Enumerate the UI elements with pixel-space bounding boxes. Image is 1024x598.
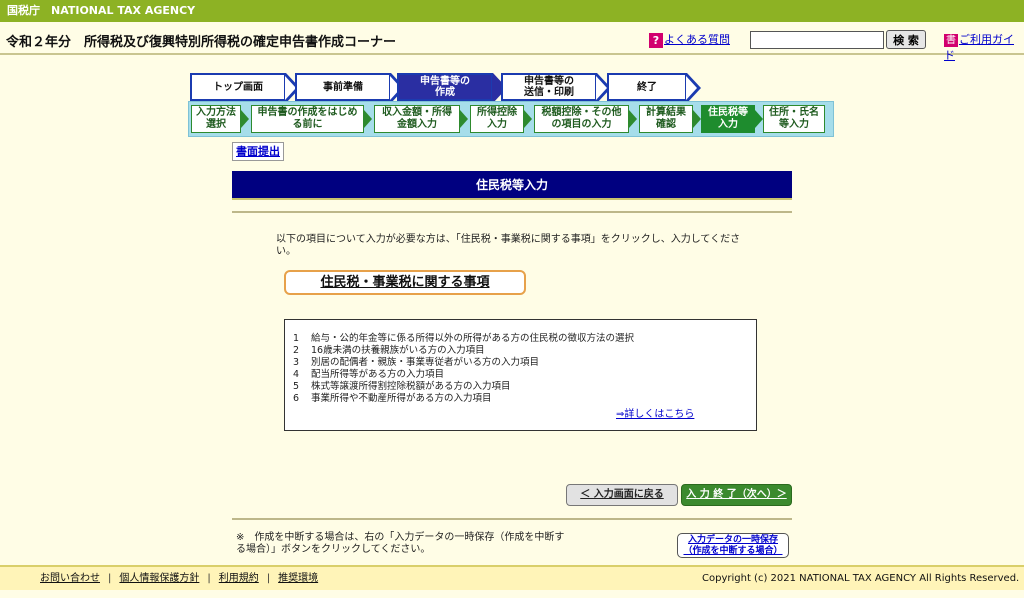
substep-arrow: [629, 110, 637, 128]
substep-resident-tax: 住民税等 入力: [701, 105, 763, 133]
details-link[interactable]: ⇒詳しくはこちら: [616, 405, 694, 420]
step-label: 終了: [637, 81, 657, 93]
step-create: 申告書等の 作成: [397, 73, 507, 103]
substep-input-method: 入力方法 選択: [191, 105, 249, 133]
page-title: 住民税等入力: [232, 171, 792, 200]
faq-link-label: よくある質問: [664, 33, 730, 46]
item-text: 給与・公的年金等に係る所得以外の所得がある方の住民税の徴収方法の選択: [311, 333, 635, 344]
back-to-input-button[interactable]: ＜ 入力画面に戻る: [566, 484, 678, 506]
substep-label: 計算結果 確認: [646, 107, 686, 130]
step-finish: 終了: [607, 73, 701, 103]
item-number: 2: [293, 345, 300, 356]
list-item: 2 16歳未満の扶養親族がいる方の入力項目: [293, 345, 634, 357]
agency-bar: 国税庁 NATIONAL TAX AGENCY: [0, 0, 1024, 22]
substep-label: 所得控除 入力: [477, 107, 517, 130]
substep-arrow: [364, 110, 372, 128]
substep-arrow: [524, 110, 532, 128]
list-item: 4 配当所得等がある方の入力項目: [293, 369, 634, 381]
paper-submission-tab[interactable]: 書面提出: [232, 142, 284, 161]
divider: [232, 518, 792, 520]
list-item: 6 事業所得や不動産所得がある方の入力項目: [293, 393, 634, 405]
temp-save-button[interactable]: 入力データの一時保存 （作成を中断する場合）: [677, 533, 789, 558]
copyright: Copyright (c) 2021 NATIONAL TAX AGENCY A…: [702, 573, 1020, 584]
divider: [232, 211, 792, 213]
list-item: 1 給与・公的年金等に係る所得以外の所得がある方の住民税の徴収方法の選択: [293, 333, 634, 345]
item-text: 配当所得等がある方の入力項目: [311, 369, 445, 380]
footer-separator: |: [207, 573, 211, 584]
search-button[interactable]: 検 索: [886, 30, 926, 49]
resident-business-tax-button[interactable]: 住民税・事業税に関する事項: [284, 270, 526, 295]
footer-link-contact[interactable]: お問い合わせ: [40, 573, 100, 584]
substep-label: 住民税等 入力: [708, 107, 748, 130]
substep-label: 税額控除・その他 の項目の入力: [541, 107, 622, 130]
footer-link-terms[interactable]: 利用規約: [219, 573, 259, 584]
header: 令和２年分 所得税及び復興特別所得税の確定申告書作成コーナー ? よくある質問 検…: [0, 22, 1024, 62]
step-top: トップ画面: [190, 73, 300, 103]
item-number: 1: [293, 333, 300, 344]
substep-tax-credit: 税額控除・その他 の項目の入力: [534, 105, 637, 133]
suspend-note: ※ 作成を中断する場合は、右の「入力データの一時保存（作成を中断する場合）」ボタ…: [236, 532, 565, 555]
footer-separator: |: [266, 573, 271, 584]
faq-link[interactable]: ? よくある質問: [649, 31, 730, 48]
info-box: 1 給与・公的年金等に係る所得以外の所得がある方の住民税の徴収方法の選択 2 16歳…: [284, 319, 757, 431]
search-input[interactable]: [750, 31, 884, 49]
list-item: 3 別居の配偶者・親族・事業専従者がいる方の入力項目: [293, 357, 634, 369]
item-text: 別居の配偶者・親族・事業専従者がいる方の入力項目: [311, 357, 540, 368]
item-number: 5: [293, 381, 300, 392]
item-list: 1 給与・公的年金等に係る所得以外の所得がある方の住民税の徴収方法の選択 2 16歳…: [293, 333, 634, 405]
item-text: 株式等譲渡所得割控除税額がある方の入力項目: [311, 381, 511, 392]
substep-label: 収入金額・所得 金額入力: [382, 107, 452, 130]
item-text: 事業所得や不動産所得がある方の入力項目: [311, 393, 492, 404]
step-arrow-inner: [686, 76, 697, 100]
substep-bar: 入力方法 選択 申告書の作成をはじめ る前に 収入金額・所得 金額入力 所得控除…: [188, 101, 834, 137]
substep-calc-result: 計算結果 確認: [639, 105, 701, 133]
item-number: 4: [293, 369, 300, 380]
intro-text: 以下の項目について入力が必要な方は、「住民税・事業税に関する事項」をクリックし、…: [276, 234, 741, 257]
item-text: 16歳未満の扶養親族がいる方の入力項目: [311, 345, 485, 356]
book-icon: 書: [944, 33, 958, 47]
finish-input-next-button[interactable]: 入 力 終 了（次へ）＞: [681, 484, 792, 506]
footer-separator: |: [108, 573, 112, 584]
substep-arrow: [460, 110, 468, 128]
substep-label: 申告書の作成をはじめ る前に: [257, 107, 358, 130]
step-label: 事前準備: [323, 81, 363, 93]
footer-link-environment[interactable]: 推奨環境: [278, 573, 318, 584]
step-label: 申告書等の 送信・印刷: [524, 76, 574, 98]
step-prep: 事前準備: [295, 73, 405, 103]
agency-name: 国税庁 NATIONAL TAX AGENCY: [7, 4, 196, 17]
footer-link-privacy[interactable]: 個人情報保護方針: [119, 573, 199, 584]
substep-arrow: [755, 110, 763, 128]
step-label: トップ画面: [213, 81, 263, 93]
list-item: 5 株式等譲渡所得割控除税額がある方の入力項目: [293, 381, 634, 393]
substep-deduction: 所得控除 入力: [470, 105, 532, 133]
save-button-line2: （作成を中断する場合）: [683, 546, 783, 556]
save-button-line1: 入力データの一時保存: [687, 535, 778, 545]
substep-label: 住所・氏名 等入力: [769, 107, 819, 130]
footer: お問い合わせ | 個人情報保護方針 | 利用規約 | 推奨環境 Copyright (c) …: [0, 565, 1024, 590]
substep-income: 収入金額・所得 金額入力: [374, 105, 468, 133]
substep-address-name: 住所・氏名 等入力: [763, 105, 825, 133]
step-send-print: 申告書等の 送信・印刷: [501, 73, 611, 103]
substep-arrow: [241, 110, 249, 128]
item-number: 3: [293, 357, 300, 368]
substep-label: 入力方法 選択: [196, 107, 236, 130]
step-arrow-inner: [596, 76, 607, 100]
question-icon: ?: [649, 32, 663, 48]
substep-before-start: 申告書の作成をはじめ る前に: [251, 105, 372, 133]
step-label: 申告書等の 作成: [420, 76, 470, 98]
item-number: 6: [293, 393, 300, 404]
page-header-title: 令和２年分 所得税及び復興特別所得税の確定申告書作成コーナー: [6, 35, 397, 50]
guide-link[interactable]: 書ご利用ガイド: [944, 31, 1024, 63]
footer-links: お問い合わせ | 個人情報保護方針 | 利用規約 | 推奨環境: [40, 567, 318, 590]
substep-arrow: [693, 110, 701, 128]
